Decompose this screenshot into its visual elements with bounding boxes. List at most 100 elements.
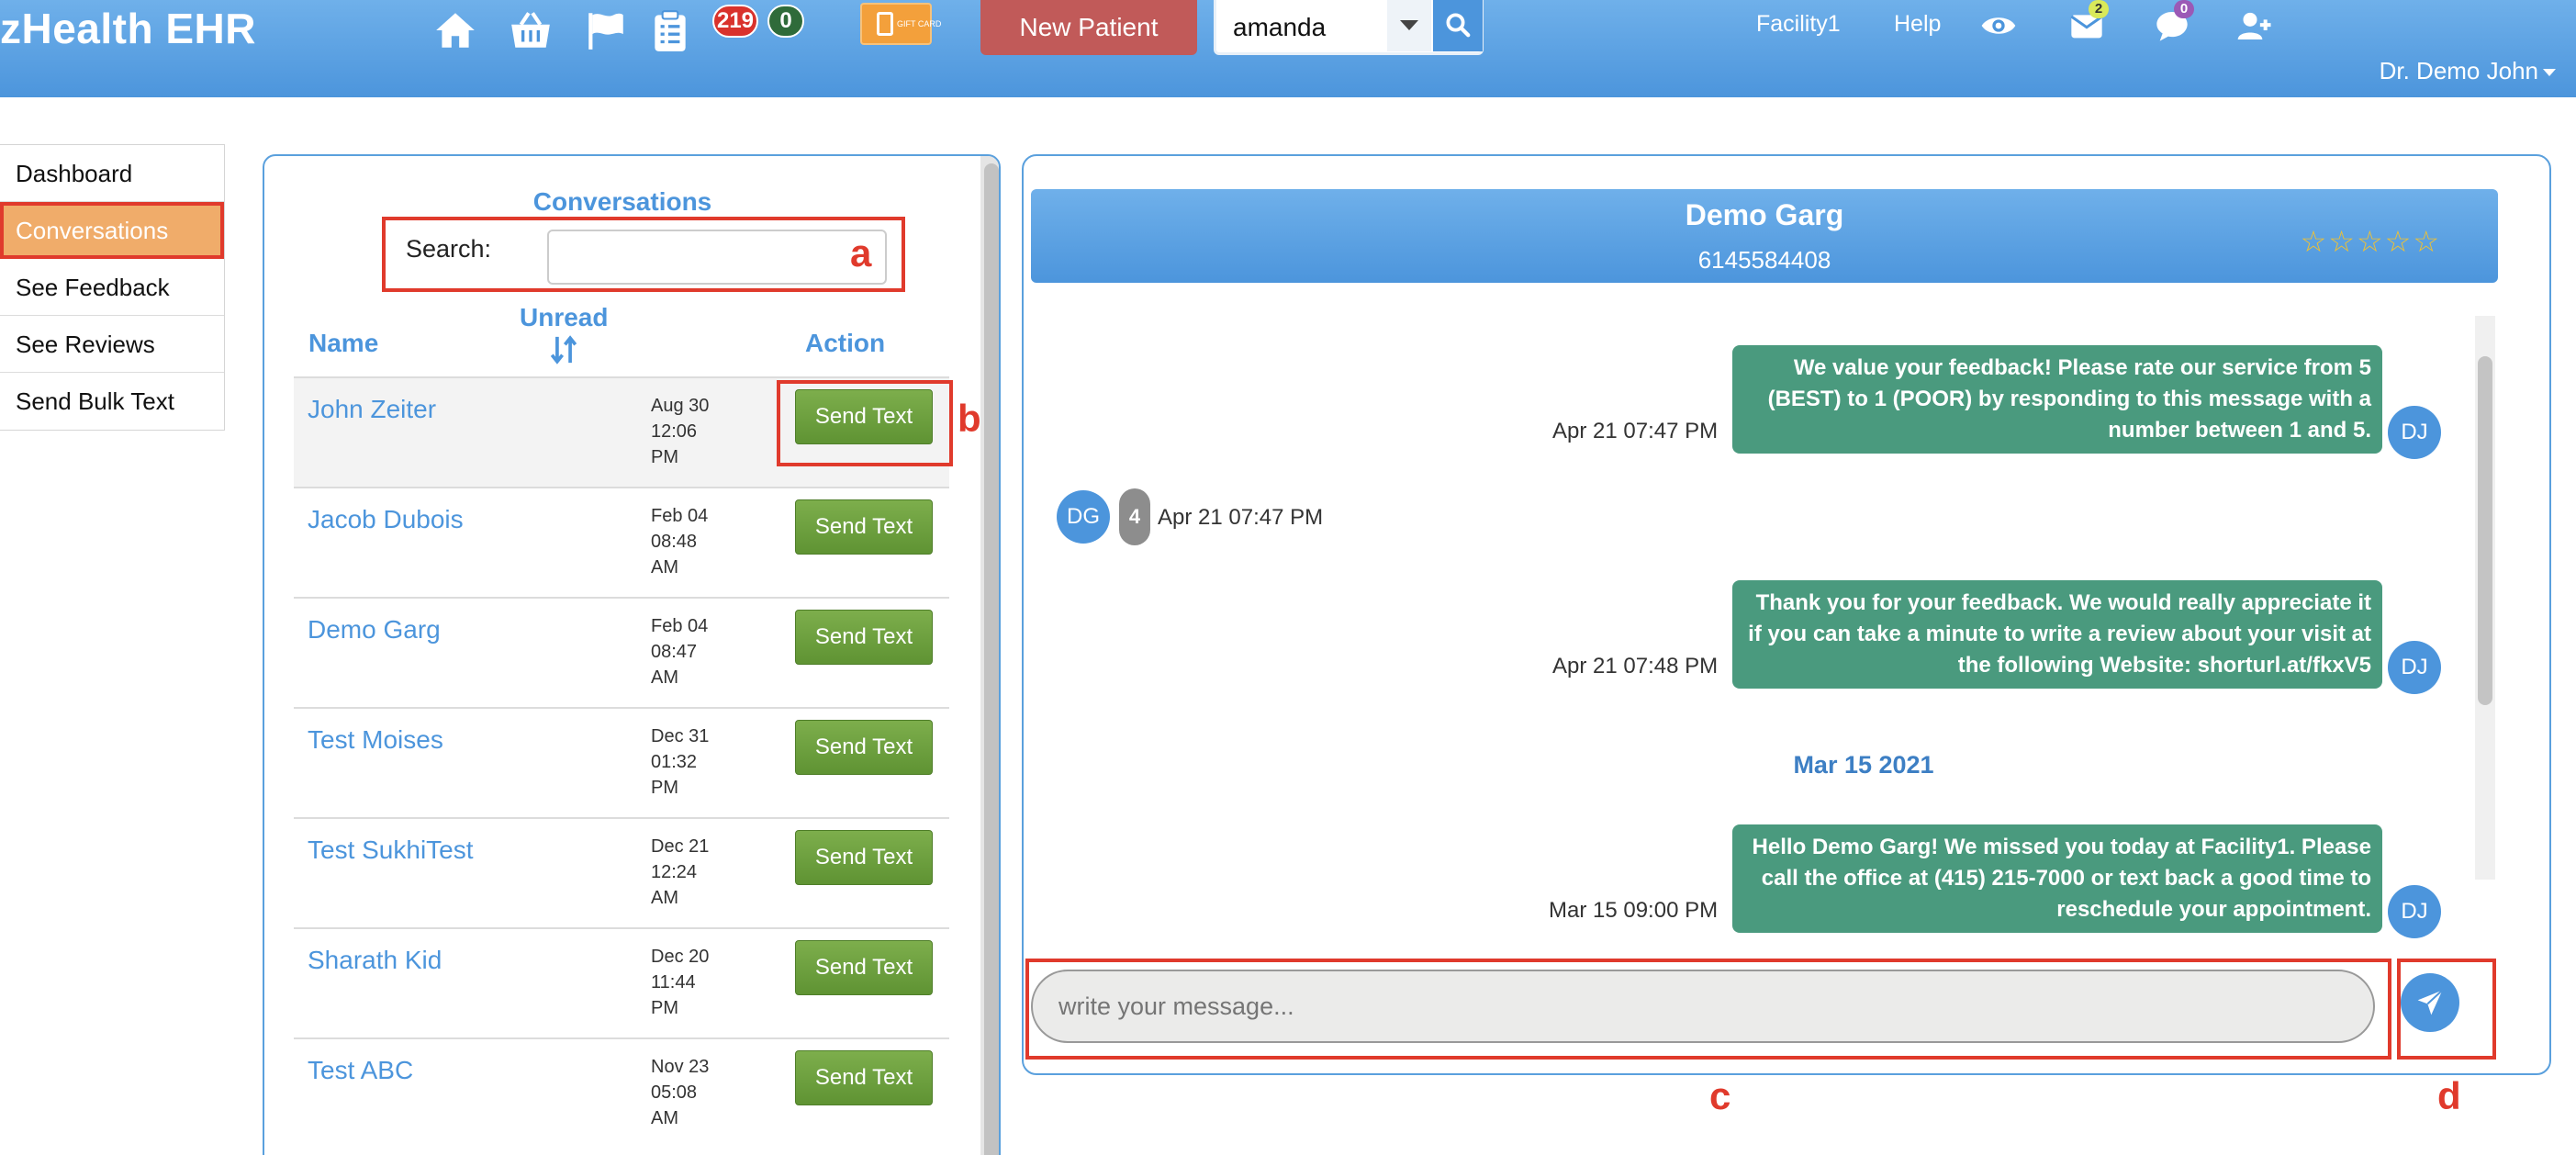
annotation-box-d [2397, 959, 2496, 1060]
conversation-timestamp: Aug 30 12:06 PM [651, 393, 734, 470]
gift-card-label: GIFT CARD [897, 19, 942, 28]
message-timestamp: Apr 21 07:48 PM [1552, 654, 1719, 678]
send-text-button[interactable]: Send Text [795, 720, 933, 775]
chat-icon[interactable]: 0 [2154, 0, 2194, 44]
timestamp-date: Feb 04 [651, 506, 709, 526]
conversations-panel: Conversations Search: a Name Unread Acti… [263, 154, 1001, 1155]
annotation-label-b: b [958, 397, 981, 440]
timestamp-ampm: AM [651, 888, 678, 908]
conversation-name-link[interactable]: Test Moises [308, 725, 443, 755]
conversation-row[interactable]: Sharath Kid Dec 20 11:44 PM Send Text [294, 927, 949, 1037]
date-separator: Mar 15 2021 [1793, 751, 1934, 779]
conversation-row[interactable]: Demo Garg Feb 04 08:47 AM Send Text [294, 597, 949, 707]
annotation-label-d: d [2437, 1074, 2461, 1117]
contact-avatar: DG [1057, 490, 1110, 544]
gift-card-icon[interactable]: GIFT CARD [860, 3, 941, 45]
nav-item-dashboard[interactable]: Dashboard [0, 145, 224, 202]
flag-icon[interactable] [582, 7, 630, 53]
add-user-icon[interactable] [2236, 7, 2273, 44]
timestamp-date: Dec 21 [651, 836, 710, 857]
chat-contact-name: Demo Garg [1685, 198, 1844, 231]
eye-icon[interactable] [1980, 7, 2017, 44]
timestamp-time: 12:24 [651, 862, 698, 882]
conversation-row[interactable]: Test ABC Nov 23 05:08 AM Send Text [294, 1037, 949, 1148]
chat-scroll-thumb[interactable] [2478, 356, 2492, 705]
conversation-name-link[interactable]: Jacob Dubois [308, 505, 464, 534]
sender-avatar: DJ [2388, 641, 2441, 694]
nav-item-conversations[interactable]: Conversations [0, 202, 224, 259]
nav-item-send-bulk-text[interactable]: Send Bulk Text [0, 373, 224, 430]
new-patient-button[interactable]: New Patient [980, 0, 1197, 55]
send-text-button[interactable]: Send Text [795, 610, 933, 665]
chat-contact-phone: 6145584408 [1697, 246, 1831, 274]
conversation-timestamp: Feb 04 08:48 AM [651, 503, 734, 580]
timestamp-date: Aug 30 [651, 396, 710, 416]
conversations-scroll-thumb[interactable] [984, 163, 999, 1155]
conversation-timestamp: Dec 20 11:44 PM [651, 944, 734, 1021]
conversation-row[interactable]: Test Moises Dec 31 01:32 PM Send Text [294, 707, 949, 817]
conversation-name-link[interactable]: Demo Garg [308, 615, 441, 645]
timestamp-ampm: PM [651, 778, 678, 798]
conversation-row[interactable]: Jacob Dubois Feb 04 08:48 AM Send Text [294, 487, 949, 597]
conversation-row[interactable]: Test SukhiTest Dec 21 12:24 AM Send Text [294, 817, 949, 927]
sender-avatar: DJ [2388, 406, 2441, 459]
timestamp-ampm: AM [651, 667, 678, 688]
send-text-button[interactable]: Send Text [795, 940, 933, 995]
conversation-search-input[interactable] [547, 230, 887, 285]
search-dropdown-toggle[interactable] [1387, 0, 1431, 51]
conversation-name-link[interactable]: Test ABC [308, 1056, 413, 1085]
nav-item-see-reviews[interactable]: See Reviews [0, 316, 224, 373]
send-text-button[interactable]: Send Text [795, 499, 933, 555]
message-line: if you can take a minute to write a revi… [1748, 622, 2371, 646]
mail-count-badge: 2 [2089, 0, 2109, 18]
column-header-name[interactable]: Name [308, 329, 378, 358]
conversation-name-link[interactable]: Sharath Kid [308, 946, 442, 975]
message-line: (BEST) to 1 (POOR) by responding to this… [1767, 387, 2371, 411]
timestamp-date: Nov 23 [651, 1057, 710, 1077]
timestamp-ampm: AM [651, 557, 678, 578]
incoming-reply-pill: 4 [1119, 488, 1150, 545]
brand-logo[interactable]: zHealth EHR [0, 4, 256, 53]
sender-avatar: DJ [2388, 885, 2441, 938]
timestamp-date: Dec 31 [651, 726, 710, 746]
nav-item-see-feedback[interactable]: See Feedback [0, 259, 224, 316]
timestamp-date: Feb 04 [651, 616, 709, 636]
patient-search-button[interactable] [1433, 0, 1483, 51]
clipboard-icon[interactable] [646, 7, 694, 53]
conversation-timestamp: Dec 31 01:32 PM [651, 723, 734, 801]
message-timestamp: Apr 21 07:47 PM [1158, 505, 1324, 530]
annotation-box-c [1025, 959, 2391, 1060]
chat-contact-header: Demo Garg 6145584408 ☆☆☆☆☆ [1031, 189, 2498, 283]
tasks-count-badge[interactable]: 0 [767, 5, 804, 38]
chat-panel: Demo Garg 6145584408 ☆☆☆☆☆ Apr 21 07:47 … [1022, 154, 2551, 1075]
send-text-button[interactable]: Send Text [795, 1050, 933, 1105]
patient-search-input[interactable] [1233, 9, 1380, 46]
sort-icon[interactable] [550, 334, 577, 365]
conversations-scrollbar[interactable] [980, 156, 999, 1155]
conversation-name-link[interactable]: Test SukhiTest [308, 835, 474, 865]
conversation-search-label: Search: [406, 235, 492, 263]
outgoing-message-bubble: Thank you for your feedback. We would re… [1732, 580, 2382, 689]
user-menu[interactable]: Dr. Demo John [2380, 57, 2556, 85]
message-line: Thank you for your feedback. We would re… [1755, 590, 2371, 615]
column-header-unread[interactable]: Unread [520, 303, 608, 332]
message-line: Hello Demo Garg! We missed you today at … [1752, 835, 2371, 859]
caret-down-icon [2543, 69, 2556, 77]
outgoing-message-bubble: We value your feedback! Please rate our … [1732, 345, 2382, 454]
send-text-button[interactable]: Send Text [795, 830, 933, 885]
help-link[interactable]: Help [1894, 11, 1941, 38]
alerts-count-badge[interactable]: 219 [712, 5, 758, 38]
timestamp-time: 01:32 [651, 752, 698, 772]
conversation-timestamp: Feb 04 08:47 AM [651, 613, 734, 690]
column-header-action: Action [805, 329, 886, 357]
facility-link[interactable]: Facility1 [1756, 11, 1841, 38]
chat-scrollbar[interactable] [2475, 316, 2495, 880]
basket-icon[interactable] [507, 7, 554, 53]
conversations-title: Conversations [532, 187, 712, 216]
rating-stars[interactable]: ☆☆☆☆☆ [2301, 224, 2441, 259]
home-icon[interactable] [431, 7, 479, 53]
user-name-label: Dr. Demo John [2379, 57, 2538, 84]
conversation-name-link[interactable]: John Zeiter [308, 395, 436, 424]
envelope-icon[interactable]: 2 [2068, 0, 2109, 44]
timestamp-ampm: PM [651, 447, 678, 467]
